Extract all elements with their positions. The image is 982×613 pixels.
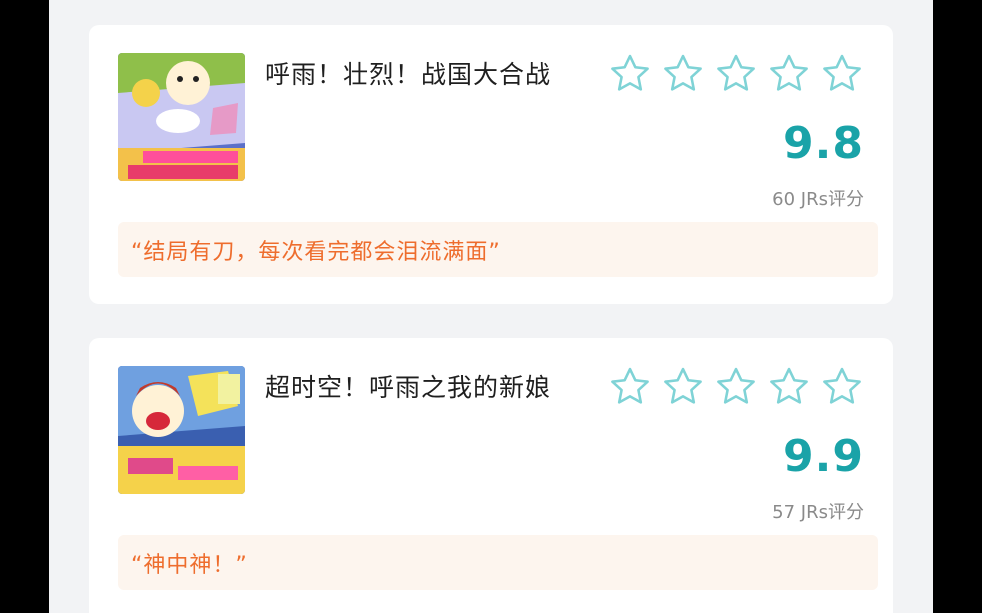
rating-count: 60 JRs评分: [772, 189, 864, 210]
star-empty-icon[interactable]: [767, 52, 811, 96]
featured-comment-text: “结局有刀，每次看完都会泪流满面”: [131, 240, 501, 265]
movie-list-screen: 呼雨！壮烈！战国大合战 9.8 60 JRs评分 “结局有刀，每次看完都会泪流满…: [49, 0, 933, 613]
movie-poster-image[interactable]: [118, 366, 245, 494]
movie-title[interactable]: 呼雨！壮烈！战国大合战: [265, 55, 551, 91]
featured-comment[interactable]: “神中神！”: [118, 535, 878, 590]
star-empty-icon[interactable]: [767, 365, 811, 409]
star-empty-icon[interactable]: [820, 365, 864, 409]
star-empty-icon[interactable]: [661, 52, 705, 96]
star-empty-icon[interactable]: [714, 365, 758, 409]
movie-card[interactable]: 呼雨！壮烈！战国大合战 9.8 60 JRs评分 “结局有刀，每次看完都会泪流满…: [89, 25, 893, 304]
rating-count: 57 JRs评分: [772, 502, 864, 523]
star-empty-icon[interactable]: [608, 365, 652, 409]
star-empty-icon[interactable]: [608, 52, 652, 96]
movie-poster-image[interactable]: [118, 53, 245, 181]
star-rating[interactable]: [608, 362, 864, 412]
featured-comment[interactable]: “结局有刀，每次看完都会泪流满面”: [118, 222, 878, 277]
star-empty-icon[interactable]: [661, 365, 705, 409]
star-rating[interactable]: [608, 49, 864, 99]
average-score: 9.8: [783, 118, 864, 169]
movie-title[interactable]: 超时空！呼雨之我的新娘: [265, 368, 551, 404]
featured-comment-text: “神中神！”: [131, 553, 248, 578]
star-empty-icon[interactable]: [714, 52, 758, 96]
average-score: 9.9: [783, 431, 864, 482]
star-empty-icon[interactable]: [820, 52, 864, 96]
movie-card[interactable]: 超时空！呼雨之我的新娘 9.9 57 JRs评分 “神中神！”: [89, 338, 893, 613]
